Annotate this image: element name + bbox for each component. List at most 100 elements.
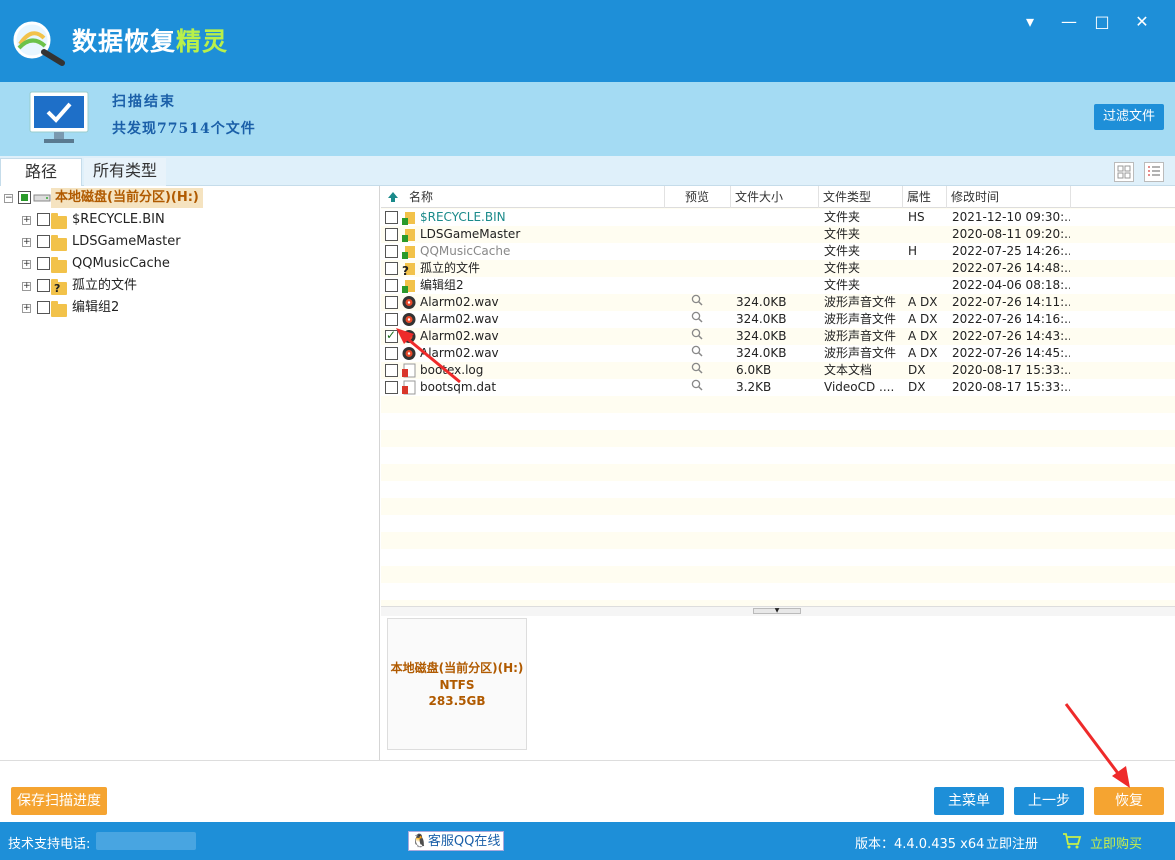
tree-item-label: LDSGameMaster <box>72 234 181 249</box>
file-row[interactable]: bootex.log 6.0KB 文本文档 DX 2020-08-17 15:33:..… <box>381 362 1175 379</box>
file-row[interactable]: Alarm02.wav 324.0KB 波形声音文件 A DX 2022-07-26 1… <box>381 294 1175 311</box>
folder-icon <box>51 213 67 229</box>
splitter-handle-icon[interactable]: ▼ <box>753 608 801 614</box>
qq-support-button[interactable]: 🐧客服QQ在线 <box>408 831 504 851</box>
tree-root-label: 本地磁盘(当前分区)(H:) <box>51 188 203 208</box>
file-name: Alarm02.wav <box>420 295 499 309</box>
panel-splitter[interactable]: ▼ <box>381 606 1175 616</box>
main-menu-button[interactable]: 主菜单 <box>934 787 1004 815</box>
collapse-icon[interactable]: − <box>4 194 13 203</box>
column-size[interactable]: 文件大小 <box>731 186 819 208</box>
column-preview[interactable]: 预览 <box>681 186 731 208</box>
orphan-folder-icon: ? <box>51 279 67 295</box>
close-button[interactable]: ✕ <box>1130 10 1154 34</box>
file-row[interactable]: Alarm02.wav 324.0KB 波形声音文件 A DX 2022-07-26 1… <box>381 311 1175 328</box>
column-attr[interactable]: 属性 <box>903 186 947 208</box>
preview-magnifier-icon[interactable] <box>691 379 703 396</box>
monitor-check-icon <box>29 91 89 143</box>
file-checkbox[interactable] <box>385 211 398 224</box>
file-checkbox[interactable] <box>385 381 398 394</box>
tree-item[interactable]: + 编辑组2 <box>0 298 360 318</box>
preview-magnifier-icon[interactable] <box>691 328 703 345</box>
file-name: bootex.log <box>420 363 484 377</box>
tree-checkbox[interactable] <box>37 213 50 226</box>
tree-root[interactable]: − 本地磁盘(当前分区)(H:) <box>4 188 364 208</box>
file-name: 编辑组2 <box>420 278 464 292</box>
orphan-folder-icon: ? <box>402 261 416 278</box>
dropdown-menu-icon[interactable]: ▾ <box>1018 10 1042 34</box>
empty-row <box>381 447 1175 464</box>
file-type: 波形声音文件 <box>824 295 897 309</box>
file-row[interactable]: LDSGameMaster 文件夹 2020-08-11 09:20:... <box>381 226 1175 243</box>
tree-item[interactable]: + QQMusicCache <box>0 254 360 274</box>
disk-name: 本地磁盘(当前分区)(H:) <box>390 661 524 675</box>
tab-bar: 路径 所有类型 <box>0 156 1175 186</box>
file-checkbox[interactable] <box>385 279 398 292</box>
file-checkbox[interactable] <box>385 364 398 377</box>
column-mtime[interactable]: 修改时间 <box>947 186 1071 208</box>
expand-icon[interactable]: + <box>22 238 31 247</box>
maximize-button[interactable]: □ <box>1090 10 1114 34</box>
empty-row <box>381 549 1175 566</box>
save-scan-progress-button[interactable]: 保存扫描进度 <box>11 787 107 815</box>
column-type[interactable]: 文件类型 <box>819 186 903 208</box>
tab-all-types[interactable]: 所有类型 <box>84 158 166 186</box>
tree-item-label: $RECYCLE.BIN <box>72 212 165 227</box>
preview-magnifier-icon[interactable] <box>691 294 703 311</box>
file-checkbox[interactable] <box>385 296 398 309</box>
support-phone-label: 技术支持电话: <box>8 837 91 852</box>
expand-icon[interactable]: + <box>22 282 31 291</box>
file-type: 波形声音文件 <box>824 312 897 326</box>
file-row[interactable]: 编辑组2 文件夹 2022-04-06 08:18:... <box>381 277 1175 294</box>
filter-files-button[interactable]: 过滤文件 <box>1094 104 1164 130</box>
file-row[interactable]: ? 孤立的文件 文件夹 2022-07-26 14:48:... <box>381 260 1175 278</box>
app-title: 数据恢复精灵 <box>72 27 229 56</box>
recover-button[interactable]: 恢复 <box>1094 787 1164 815</box>
file-row[interactable]: bootsqm.dat 3.2KB VideoCD .... DX 2020-08-17… <box>381 379 1175 396</box>
tab-path[interactable]: 路径 <box>0 158 82 186</box>
disk-info-card[interactable]: 本地磁盘(当前分区)(H:) NTFS 283.5GB <box>387 618 527 750</box>
file-checkbox[interactable] <box>385 347 398 360</box>
cart-icon[interactable] <box>1062 832 1082 850</box>
scan-file-count: 共发现77514个文件 <box>112 121 256 137</box>
preview-magnifier-icon[interactable] <box>691 345 703 362</box>
file-checkbox[interactable] <box>385 313 398 326</box>
file-modified-time: 2020-08-11 09:20:... <box>952 227 1070 241</box>
preview-magnifier-icon[interactable] <box>691 362 703 379</box>
register-link[interactable]: 立即注册 <box>986 833 1038 852</box>
file-row[interactable]: Alarm02.wav 324.0KB 波形声音文件 A DX 2022-07-26 1… <box>381 327 1175 345</box>
tree-item[interactable]: + $RECYCLE.BIN <box>0 210 360 230</box>
preview-magnifier-icon[interactable] <box>691 311 703 328</box>
expand-icon[interactable]: + <box>22 260 31 269</box>
file-row[interactable]: QQMusicCache 文件夹 H 2022-07-25 14:26:... <box>381 243 1175 260</box>
empty-row <box>381 430 1175 447</box>
tree-checkbox[interactable] <box>37 279 50 292</box>
tree-item[interactable]: + LDSGameMaster <box>0 232 360 252</box>
column-name[interactable]: 名称 <box>381 186 665 208</box>
file-row[interactable]: $RECYCLE.BIN 文件夹 HS 2021-12-10 09:30:... <box>381 209 1175 226</box>
tree-checkbox[interactable] <box>37 257 50 270</box>
file-modified-time: 2022-07-26 14:48:... <box>952 261 1070 275</box>
file-row[interactable]: Alarm02.wav 324.0KB 波形声音文件 A DX 2022-07-26 1… <box>381 345 1175 362</box>
tree-checkbox[interactable] <box>18 191 31 204</box>
expand-icon[interactable]: + <box>22 304 31 313</box>
file-checkbox[interactable] <box>385 327 398 344</box>
file-size: 324.0KB <box>736 312 787 326</box>
file-checkbox[interactable] <box>385 228 398 241</box>
expand-icon[interactable]: + <box>22 216 31 225</box>
sort-up-icon[interactable] <box>387 191 399 203</box>
grid-view-icon[interactable] <box>1114 162 1134 182</box>
minimize-button[interactable]: — <box>1057 10 1081 34</box>
file-checkbox[interactable] <box>385 262 398 275</box>
version-label: 版本：4.4.0.435 x64 <box>855 837 985 852</box>
tree-item[interactable]: +? 孤立的文件 <box>0 276 360 296</box>
list-view-icon[interactable] <box>1144 162 1164 182</box>
tree-checkbox[interactable] <box>37 301 50 314</box>
file-list: 名称 预览 文件大小 文件类型 属性 修改时间 $RECYCLE.BIN 文件夹 H… <box>381 186 1175 606</box>
title-bar: 数据恢复精灵 ▾ — □ ✕ <box>0 0 1175 82</box>
buy-now-link[interactable]: 立即购买 <box>1090 833 1142 852</box>
file-type: 文件夹 <box>824 261 861 275</box>
previous-step-button[interactable]: 上一步 <box>1014 787 1084 815</box>
tree-checkbox[interactable] <box>37 235 50 248</box>
file-checkbox[interactable] <box>385 245 398 258</box>
